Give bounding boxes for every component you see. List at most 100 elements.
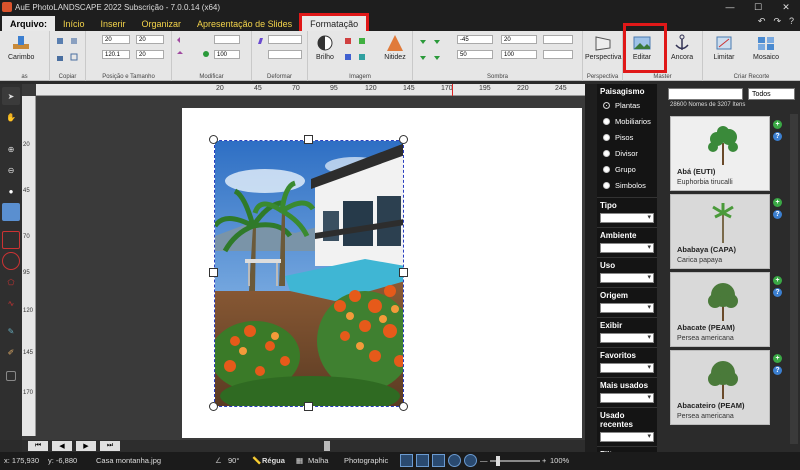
color-blue-icon[interactable] [344,53,352,61]
redo-icon[interactable]: ↷ [773,16,781,27]
zoom-out-small-icon[interactable]: — [480,456,488,465]
resize-handle-bc[interactable] [304,402,313,411]
ruler-toggle-icon[interactable]: 📏 [252,456,261,465]
copy-format-icon[interactable] [56,37,64,45]
radio-plantas[interactable]: Plantas [597,97,657,113]
shadow-blur-input[interactable]: 20 [501,35,537,44]
library-scrollbar[interactable] [790,114,798,444]
library-item[interactable]: Abacate (PEAM) Persea americana [670,272,770,347]
view-mode-4-icon[interactable] [448,454,461,467]
shadow-distance-input[interactable]: 50 [457,50,493,59]
radio-pisos[interactable]: Pisos [597,129,657,145]
malha-label[interactable]: Malha [308,456,328,465]
draw-rect-icon[interactable] [2,231,20,249]
first-page-button[interactable]: ⏮ [28,441,48,451]
canvas-area[interactable]: 20 45 70 95 120 145 170 195 220 245 20 4… [22,84,585,440]
uso-dropdown[interactable] [600,273,654,283]
position-x-input[interactable]: 20 [102,35,130,44]
maximize-button[interactable]: ☐ [744,0,772,14]
next-page-button[interactable]: ▶ [76,441,96,451]
zoom-in-small-icon[interactable]: + [542,456,546,465]
resize-handle-tc[interactable] [304,135,313,144]
hand-pan-icon[interactable]: ✋ [2,108,20,126]
tab-arquivo[interactable]: Arquivo: [2,16,55,31]
draw-curve-icon[interactable]: ∿ [2,294,20,312]
shadow-angle-input[interactable]: -45 [457,35,493,44]
library-search-input[interactable] [668,88,743,100]
tipo-dropdown[interactable] [600,213,654,223]
view-mode-3-icon[interactable] [432,454,445,467]
view-image-icon[interactable] [2,203,20,221]
position-y-input[interactable]: 120.1 [102,50,130,59]
library-item[interactable]: Abá (EUTI) Euphorbia tirucalli [670,116,770,191]
shadow-style-icon[interactable] [419,37,427,45]
color-swatch-icon[interactable] [6,371,16,381]
paste-format-icon[interactable] [70,37,78,45]
opacity-input[interactable]: 100 [214,50,240,59]
shadow-style-4-icon[interactable] [433,53,441,61]
info-icon[interactable]: ? [773,366,782,375]
view-mode-5-icon[interactable] [464,454,477,467]
size-height-input[interactable]: 20 [136,50,164,59]
resize-handle-ml[interactable] [209,268,218,277]
radio-simbolos[interactable]: Simbolos [597,177,657,193]
add-icon[interactable]: + [773,120,782,129]
opacity-icon[interactable] [202,50,210,58]
radio-divisor[interactable]: Divisor [597,145,657,161]
carimbo-button[interactable]: Carimbo [8,34,34,61]
nitidez-button[interactable]: Nitidez [384,34,406,61]
last-page-button[interactable]: ⏭ [100,441,120,451]
shadow-color-input[interactable] [543,35,573,44]
size-width-input[interactable]: 20 [136,35,164,44]
shadow-opacity-input[interactable]: 100 [501,50,537,59]
info-icon[interactable]: ? [773,210,782,219]
landscape-photo[interactable] [214,140,404,407]
resize-handle-bl[interactable] [209,402,218,411]
draw-polygon-icon[interactable]: ⬠ [2,273,20,291]
tab-organizar[interactable]: Organizar [134,16,190,31]
shadow-style-2-icon[interactable] [433,37,441,45]
lock-icon[interactable] [56,53,64,61]
draw-ellipse-icon[interactable] [2,252,20,270]
shadow-size-input[interactable] [543,50,573,59]
brilho-button[interactable]: Brilho [314,34,336,61]
library-filter-dropdown[interactable]: Todos [748,88,795,100]
view-mode-2-icon[interactable] [416,454,429,467]
tab-formatacao[interactable]: Formatação [299,13,370,34]
resize-handle-br[interactable] [399,402,408,411]
add-icon[interactable]: + [773,354,782,363]
ambiente-dropdown[interactable] [600,243,654,253]
grid-icon[interactable] [70,53,78,61]
radio-grupo[interactable]: Grupo [597,161,657,177]
rotation-input[interactable] [214,35,240,44]
color-mix-icon[interactable] [358,53,366,61]
eyedropper-icon[interactable]: ✎ [2,322,20,340]
skew-icon[interactable] [256,37,264,45]
resize-handle-mr[interactable] [399,268,408,277]
limitar-button[interactable]: Limitar [713,34,735,61]
canvas-vertical-scrollbar[interactable] [585,84,597,452]
exibir-dropdown[interactable] [600,333,654,343]
angle-icon[interactable]: ∠ [215,456,222,465]
deform-y-input[interactable] [268,50,302,59]
regua-label[interactable]: Régua [262,456,285,465]
mosaico-button[interactable]: Mosaico [753,34,779,61]
deform-x-input[interactable] [268,35,302,44]
brush-icon[interactable]: ✐ [2,343,20,361]
help-icon[interactable]: ? [789,16,794,27]
horizontal-scroll-thumb[interactable] [324,441,330,451]
flip-horizontal-icon[interactable] [176,36,184,44]
tab-inicio[interactable]: Início [55,16,93,31]
library-item[interactable]: Abacateiro (PEAM) Persea americana [670,350,770,425]
radio-mobiliarios[interactable]: Mobiliarios [597,113,657,129]
tab-inserir[interactable]: Inserir [93,16,134,31]
add-icon[interactable]: + [773,276,782,285]
view-mode-1-icon[interactable] [400,454,413,467]
info-icon[interactable]: ? [773,132,782,141]
ancora-button[interactable]: Ancora [671,34,693,61]
usado-recentes-dropdown[interactable] [600,432,654,442]
minimize-button[interactable]: — [716,0,744,14]
flip-vertical-icon[interactable] [176,50,184,58]
perspectiva-button[interactable]: Perspectiva [585,34,622,61]
add-icon[interactable]: + [773,198,782,207]
